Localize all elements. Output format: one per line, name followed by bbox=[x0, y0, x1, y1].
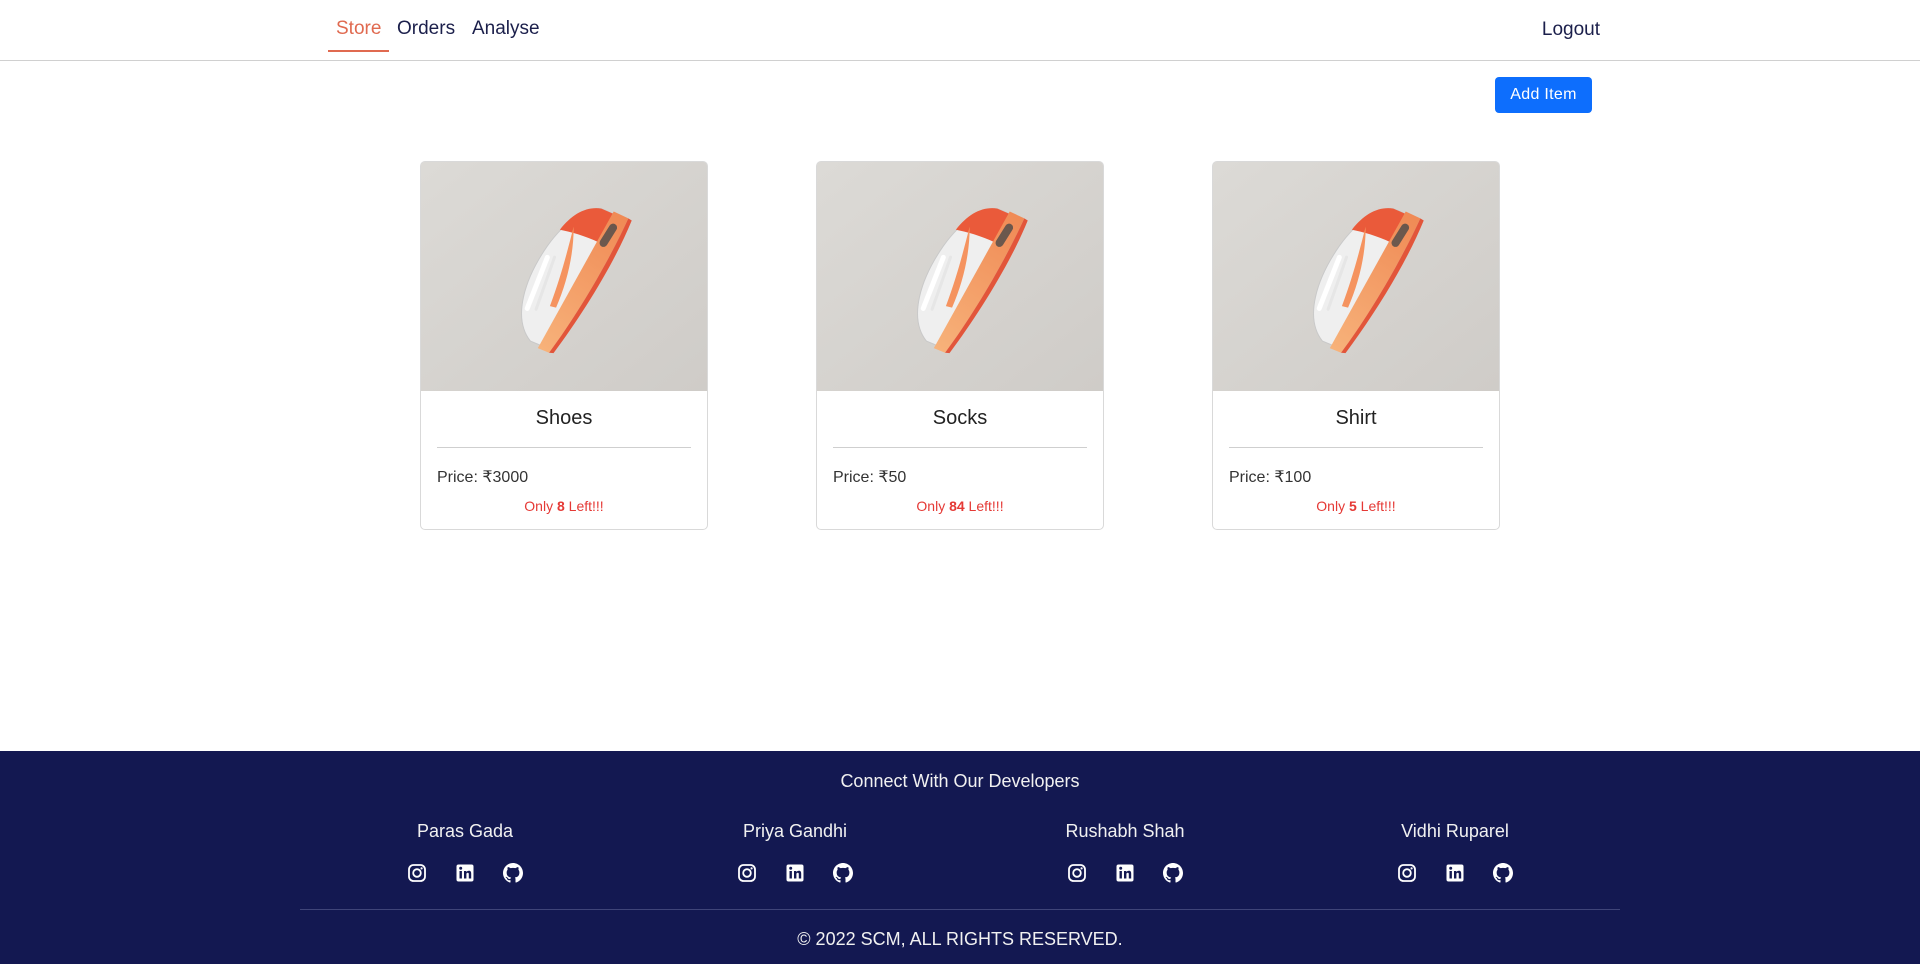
stock-count: 5 bbox=[1348, 498, 1357, 514]
developer-name: Priya Gandhi bbox=[742, 821, 848, 841]
github-icon[interactable] bbox=[1163, 863, 1183, 883]
product-name: Shirt bbox=[1335, 407, 1377, 429]
github-icon[interactable] bbox=[833, 863, 853, 883]
sneaker-image bbox=[817, 162, 1103, 391]
product-card[interactable]: Shoes Price: ₹3000 Only 8 Left!!! bbox=[420, 161, 708, 530]
tab-orders[interactable]: Orders bbox=[397, 18, 455, 40]
developer-name: Rushabh Shah bbox=[1065, 821, 1185, 841]
linkedin-icon[interactable] bbox=[455, 863, 475, 883]
stock-warning: Only 5 Left!!! bbox=[1213, 498, 1499, 514]
tab-store[interactable]: Store bbox=[336, 18, 381, 40]
stock-prefix: Only bbox=[916, 498, 950, 514]
developer-social-links bbox=[1025, 863, 1225, 885]
developer-name: Paras Gada bbox=[416, 821, 514, 841]
footer-heading: Connect With Our Developers bbox=[840, 771, 1080, 791]
linkedin-icon[interactable] bbox=[1445, 863, 1465, 883]
stock-warning: Only 8 Left!!! bbox=[421, 498, 707, 514]
stock-suffix: Left!!! bbox=[964, 498, 1004, 514]
developer-block: Vidhi Ruparel bbox=[1355, 821, 1555, 883]
stock-count: 84 bbox=[949, 498, 965, 514]
product-price: Price: ₹50 bbox=[833, 469, 907, 486]
instagram-icon[interactable] bbox=[737, 863, 757, 883]
developer-block: Paras Gada bbox=[365, 821, 565, 883]
developer-social-links bbox=[365, 863, 565, 885]
active-tab-indicator bbox=[328, 50, 389, 52]
stock-count: 8 bbox=[556, 498, 565, 514]
instagram-icon[interactable] bbox=[1067, 863, 1087, 883]
stock-warning: Only 84 Left!!! bbox=[817, 498, 1103, 514]
product-card[interactable]: Shirt Price: ₹100 Only 5 Left!!! bbox=[1212, 161, 1500, 530]
product-price: Price: ₹100 bbox=[1229, 469, 1312, 486]
developer-block: Rushabh Shah bbox=[1025, 821, 1225, 883]
stock-prefix: Only bbox=[524, 498, 557, 514]
stock-suffix: Left!!! bbox=[564, 498, 604, 514]
logout-link[interactable]: Logout bbox=[1542, 19, 1600, 41]
linkedin-icon[interactable] bbox=[785, 863, 805, 883]
footer: Connect With Our Developers Paras Gada P… bbox=[0, 751, 1920, 964]
footer-divider bbox=[300, 909, 1620, 910]
linkedin-icon[interactable] bbox=[1115, 863, 1135, 883]
stock-prefix: Only bbox=[1316, 498, 1349, 514]
instagram-icon[interactable] bbox=[407, 863, 427, 883]
product-name: Shoes bbox=[535, 407, 593, 429]
sneaker-image bbox=[1213, 162, 1499, 391]
product-price: Price: ₹3000 bbox=[437, 469, 529, 486]
product-card[interactable]: Socks Price: ₹50 Only 84 Left!!! bbox=[816, 161, 1104, 530]
card-divider bbox=[833, 447, 1087, 448]
add-item-button[interactable]: Add Item bbox=[1495, 77, 1592, 113]
card-divider bbox=[437, 447, 691, 448]
card-divider bbox=[1229, 447, 1483, 448]
github-icon[interactable] bbox=[1493, 863, 1513, 883]
tab-analyse[interactable]: Analyse bbox=[472, 18, 540, 40]
stock-suffix: Left!!! bbox=[1356, 498, 1396, 514]
top-navbar: Store Orders Analyse Logout bbox=[0, 0, 1920, 61]
copyright-text: © 2022 SCM, ALL RIGHTS RESERVED. bbox=[797, 929, 1123, 949]
product-name: Socks bbox=[932, 407, 988, 429]
developer-social-links bbox=[1355, 863, 1555, 885]
developer-social-links bbox=[695, 863, 895, 885]
developer-name: Vidhi Ruparel bbox=[1401, 821, 1509, 841]
github-icon[interactable] bbox=[503, 863, 523, 883]
developer-block: Priya Gandhi bbox=[695, 821, 895, 883]
sneaker-image bbox=[421, 162, 707, 391]
instagram-icon[interactable] bbox=[1397, 863, 1417, 883]
